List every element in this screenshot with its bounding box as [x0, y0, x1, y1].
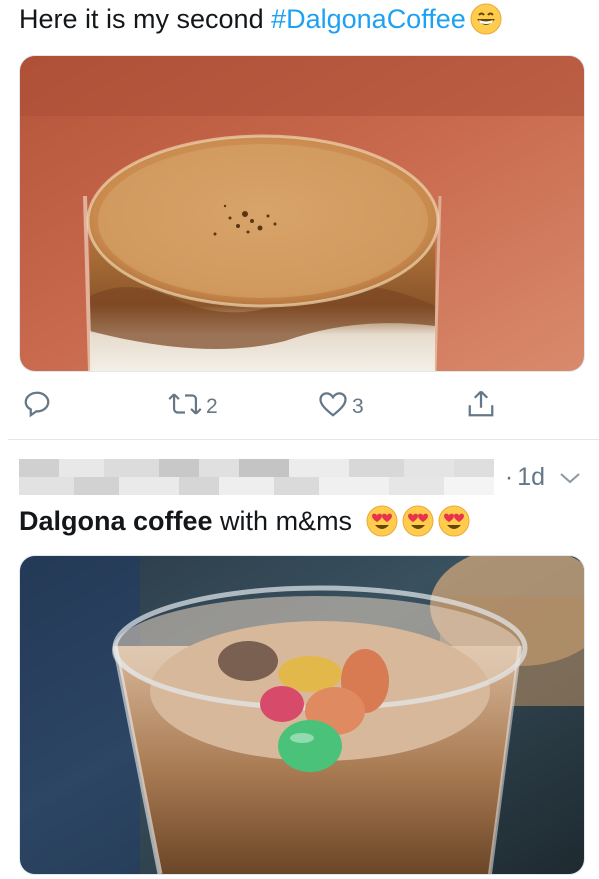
heart-eyes-emoji — [402, 505, 434, 537]
redacted-author-name — [19, 459, 494, 495]
share-icon — [466, 389, 496, 425]
tweet-1-text-prefix: Here it is my second — [19, 4, 272, 34]
retweet-button[interactable]: 2 — [168, 385, 218, 429]
reply-button[interactable] — [22, 385, 52, 429]
tweet-1-text: Here it is my second #DalgonaCoffee — [19, 2, 502, 36]
reply-icon — [22, 389, 52, 425]
tweet-2-text-rest: with m&ms — [212, 506, 353, 536]
like-count: 3 — [352, 395, 364, 418]
retweet-count: 2 — [206, 395, 218, 418]
heart-eyes-emoji — [438, 505, 470, 537]
tweet-2-text: Dalgona coffee with m&ms — [19, 504, 470, 538]
tweet-timestamp[interactable]: 1d — [517, 463, 545, 492]
tweet-divider — [8, 439, 599, 440]
tweet-1-action-bar: 2 3 — [0, 385, 599, 429]
retweet-icon — [168, 389, 202, 425]
meta-separator: · — [504, 463, 514, 491]
tweet-1-photo[interactable] — [19, 55, 585, 372]
tweet-2-meta: · 1d — [505, 463, 581, 492]
like-button[interactable]: 3 — [318, 385, 364, 429]
tweet-2-photo[interactable] — [19, 555, 585, 875]
hashtag-link[interactable]: #DalgonaCoffee — [271, 4, 466, 34]
chevron-down-icon[interactable] — [559, 463, 581, 492]
grinning-face-emoji — [470, 3, 502, 35]
heart-eyes-emoji — [366, 505, 398, 537]
tweet-2-text-bold: Dalgona coffee — [19, 506, 213, 536]
share-button[interactable] — [466, 385, 496, 429]
heart-icon — [318, 389, 348, 425]
